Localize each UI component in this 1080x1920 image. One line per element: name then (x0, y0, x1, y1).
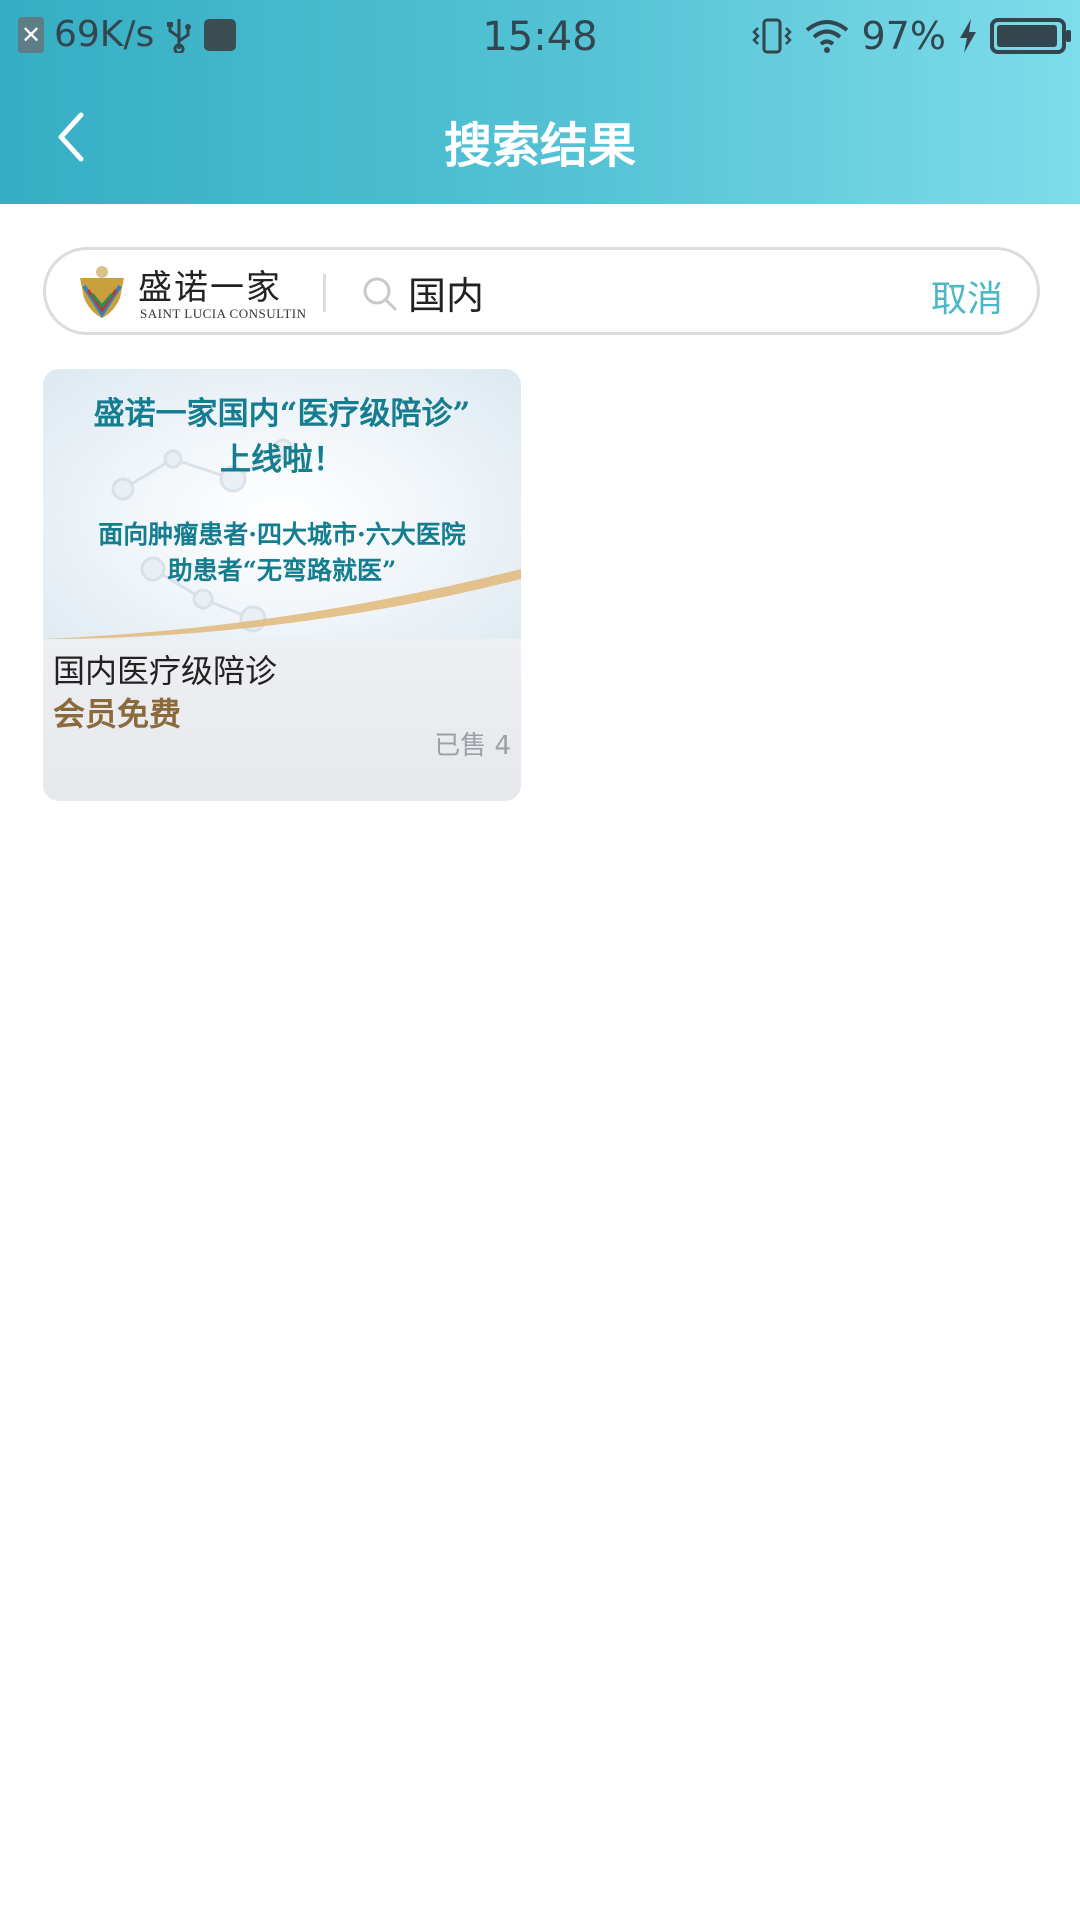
brand-name: 盛诺一家 (138, 268, 282, 308)
wifi-icon (805, 20, 848, 53)
brand-subtitle: SAINT LUCIA CONSULTIN (140, 306, 307, 321)
banner-headline-line-1: 盛诺一家国内“医疗级陪诊” (93, 396, 471, 432)
charging-icon (960, 19, 976, 53)
battery-fill (997, 25, 1057, 47)
search-bar: 盛诺一家 SAINT LUCIA CONSULTIN 取消 (43, 247, 1040, 335)
banner-headline: 盛诺一家国内“医疗级陪诊” 上线啦！ (43, 391, 521, 483)
card-sold-count: 已售 4 (434, 731, 511, 761)
card-price: 会员免费 (53, 695, 182, 733)
banner-subline-line-1: 面向肿瘤患者·四大城市·六大医院 (98, 520, 466, 549)
search-input[interactable] (408, 262, 908, 322)
app-header: ✕ 69K/s 15:48 97% 搜索结果 (0, 0, 1080, 204)
card-banner-image: 盛诺一家国内“医疗级陪诊” 上线啦！ 面向肿瘤患者·四大城市·六大医院 助患者“… (43, 369, 521, 639)
battery-icon (990, 18, 1071, 54)
page-title: 搜索结果 (443, 118, 636, 174)
battery-percent: 97% (861, 14, 946, 58)
result-card[interactable]: 盛诺一家国内“医疗级陪诊” 上线啦！ 面向肿瘤患者·四大城市·六大医院 助患者“… (43, 369, 521, 801)
status-right: 97% (751, 14, 1071, 58)
brand-logo-icon (80, 266, 124, 318)
banner-wave-decoration (43, 569, 521, 639)
banner-headline-line-2: 上线啦！ (220, 442, 344, 478)
search-icon (363, 277, 397, 311)
vibrate-icon (751, 18, 792, 54)
card-title: 国内医疗级陪诊 (53, 652, 278, 690)
nav-bar: 搜索结果 (0, 74, 1080, 204)
search-divider (323, 274, 326, 312)
cancel-button[interactable]: 取消 (931, 270, 1003, 322)
status-bar: ✕ 69K/s 15:48 97% (0, 0, 1080, 74)
